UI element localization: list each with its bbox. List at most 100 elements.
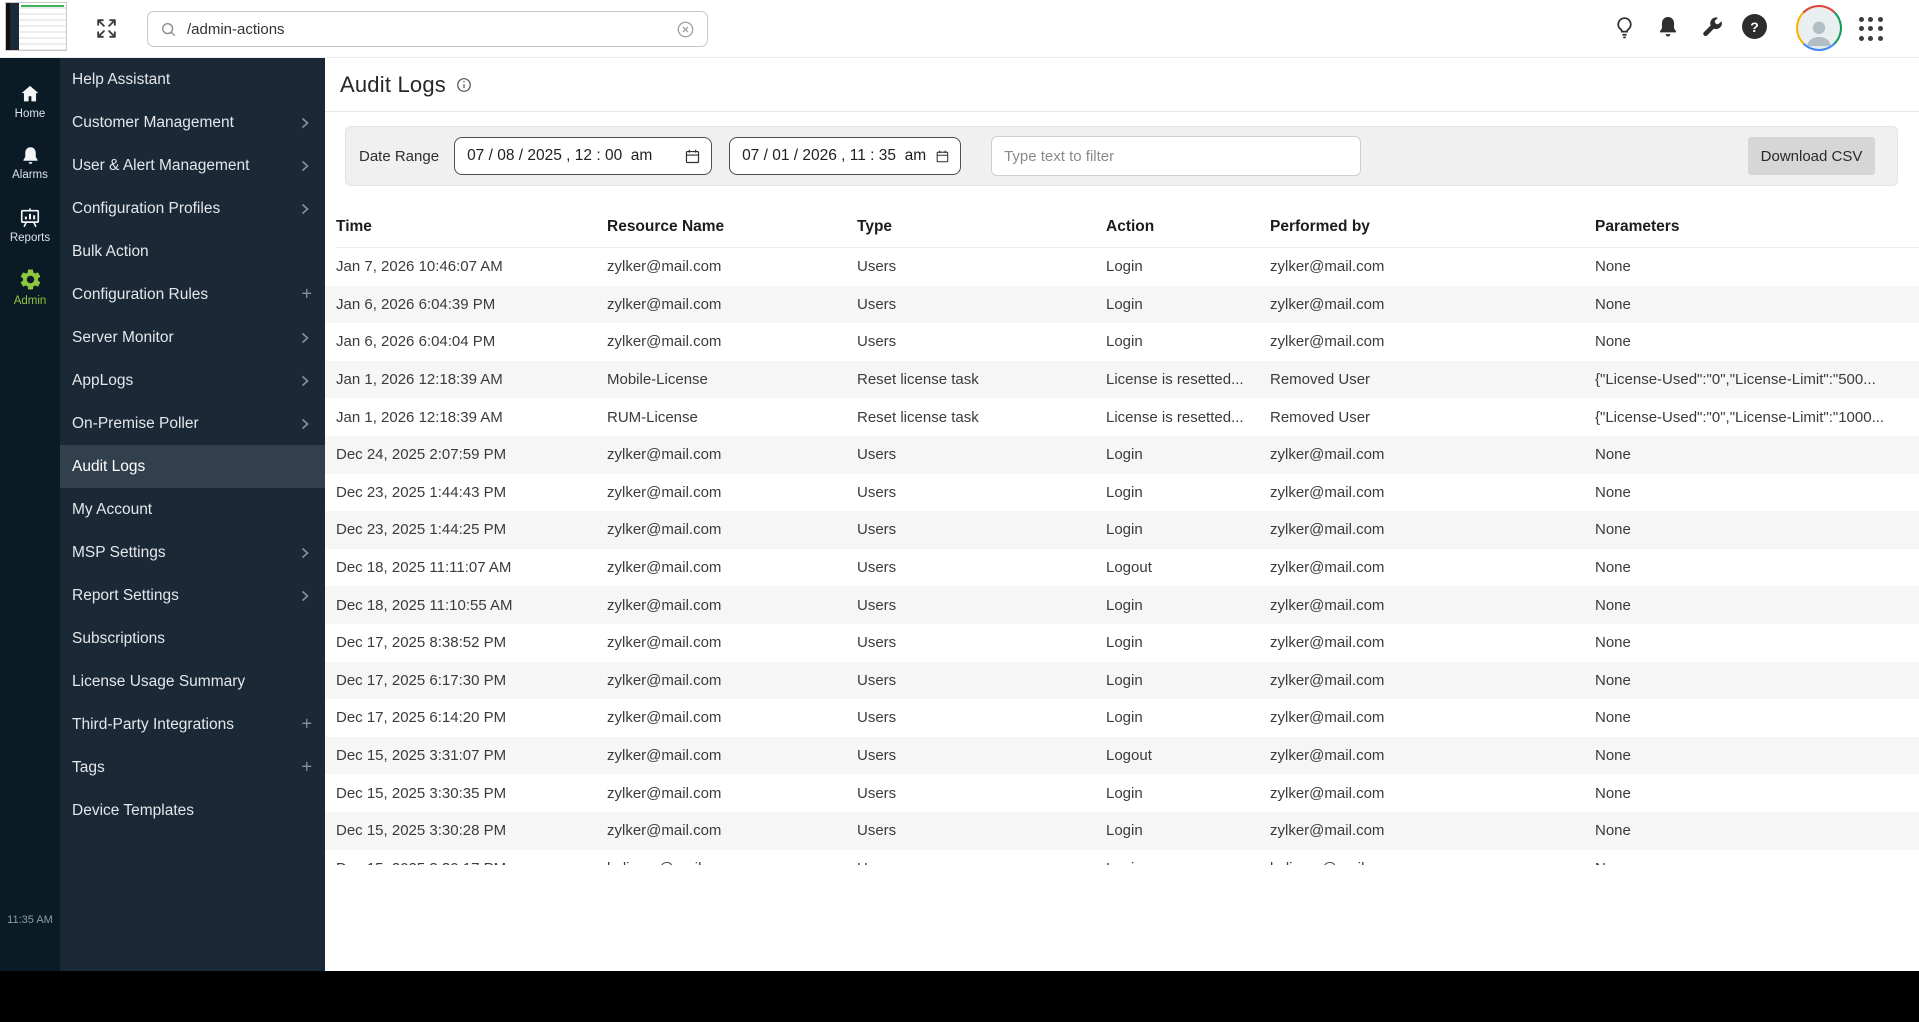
sidebar-item-third-party-integrations[interactable]: Third-Party Integrations + [60,703,325,746]
table-cell: Logout [1106,747,1152,765]
sidebar-item-label: Subscriptions [72,629,166,647]
help-question-glyph: ? [1750,18,1759,35]
sidebar-item-license-usage-summary[interactable]: License Usage Summary [60,660,325,703]
filter-input[interactable] [991,136,1362,176]
table-row[interactable]: Dec 17, 2025 6:17:30 PM zylker@mail.com Us… [325,661,1919,700]
sidebar-item-report-settings[interactable]: Report Settings [60,574,325,617]
table-cell: zylker@mail.com [607,483,722,501]
table-row[interactable]: Dec 18, 2025 11:11:07 AM zylker@mail.com U… [325,548,1919,587]
table-cell: Dec 18, 2025 11:11:07 AM [336,559,512,577]
table-cell: Dec 24, 2025 2:07:59 PM [336,446,507,464]
search-bar[interactable]: /admin-actions [147,11,708,47]
table-row[interactable]: Dec 23, 2025 1:44:25 PM zylker@mail.com Us… [325,511,1919,549]
column-header-parameters: Parameters [1595,217,1680,235]
info-icon[interactable] [455,76,473,94]
table-row[interactable]: Dec 15, 2025 3:30:17 PMkaliuser@mail.com… [325,849,1919,865]
table-cell: Users [857,747,897,765]
table-cell: Dec 15, 2025 3:30:35 PM [336,784,507,802]
table-row[interactable]: Dec 15, 2025 3:30:28 PM zylker@mail.com Us… [325,811,1919,850]
chevron-right-icon [301,160,309,172]
notification-bell-icon[interactable] [1655,14,1681,40]
table-cell: None [1595,634,1631,652]
table-cell: {"License-Used":"0","License-Limit":"100… [1595,408,1885,426]
table-row[interactable]: Jan 6, 2026 6:04:39 PM zylker@mail.com Use… [325,285,1919,324]
sidebar-item-configuration-rules[interactable]: Configuration Rules + [60,273,325,316]
column-header-resource-name: Resource Name [607,217,725,235]
expand-icon[interactable] [94,16,119,41]
table-row[interactable]: Dec 15, 2025 3:31:07 PM zylker@mail.com Us… [325,736,1919,775]
table-cell: Dec 23, 2025 1:44:25 PM [336,521,507,539]
rail-item-admin[interactable]: Admin [0,256,60,318]
table-cell: zylker@mail.com [607,333,722,351]
table-cell: Login [1106,258,1143,276]
table-cell: None [1595,333,1631,351]
sidebar-item-label: Configuration Profiles [72,199,221,217]
table-cell: Users [857,784,897,802]
table-cell: Users [857,634,897,652]
sidebar-item-label: Help Assistant [72,70,171,88]
table-row[interactable]: Dec 23, 2025 1:44:43 PM zylker@mail.com Us… [325,473,1919,512]
table-row[interactable]: Dec 18, 2025 11:10:55 AM zylker@mail.com U… [325,586,1919,624]
table-cell: None [1595,822,1631,840]
table-cell: Mobile-License [607,371,708,389]
sidebar-item-customer-management[interactable]: Customer Management [60,101,325,144]
session-thumbnail[interactable] [5,2,67,51]
sidebar-item-applogs[interactable]: AppLogs [60,359,325,402]
sidebar-item-subscriptions[interactable]: Subscriptions [60,617,325,660]
table-cell: zylker@mail.com [607,822,722,840]
avatar[interactable] [1796,5,1842,51]
table-cell: Login [1106,483,1143,501]
chevron-right-icon [301,418,309,430]
sidebar-item-label: AppLogs [72,371,134,389]
column-header-type: Type [857,217,893,235]
sidebar-item-configuration-profiles[interactable]: Configuration Profiles [60,187,325,230]
table-row[interactable]: Jan 7, 2026 10:46:07 AM zylker@mail.com Us… [325,248,1919,286]
reports-icon [20,207,40,227]
sidebar-item-msp-settings[interactable]: MSP Settings [60,531,325,574]
column-header-time: Time [336,217,372,235]
clear-search-icon[interactable] [676,20,695,39]
wrench-icon[interactable] [1699,15,1724,40]
table-row[interactable]: Dec 15, 2025 3:30:35 PM zylker@mail.com Us… [325,774,1919,812]
date-to-value[interactable]: 07 / 01 / 2026 , 11 : 35 am [742,147,926,165]
sidebar-item-on-premise-poller[interactable]: On-Premise Poller [60,402,325,445]
sidebar-item-label: Third-Party Integrations [72,715,234,733]
table-cell: Reset license task [857,408,979,426]
table-cell: Dec 15, 2025 3:30:28 PM [336,822,507,840]
page-title: Audit Logs [340,71,446,97]
sidebar-item-tags[interactable]: Tags + [60,746,325,789]
table-cell: Jan 7, 2026 10:46:07 AM [336,258,503,276]
sidebar-item-my-account[interactable]: My Account [60,488,325,531]
sidebar-item-help-assistant[interactable]: Help Assistant [60,58,325,101]
date-from-value[interactable]: 07 / 08 / 2025 , 12 : 00 am [467,147,652,165]
thumbnail-content [19,3,66,50]
calendar-icon[interactable] [684,148,701,165]
sidebar-item-server-monitor[interactable]: Server Monitor [60,316,325,359]
apps-grid-icon[interactable] [1859,17,1884,42]
rail-item-reports[interactable]: Reports [0,194,60,256]
table-row[interactable]: Dec 24, 2025 2:07:59 PM zylker@mail.com Us… [325,435,1919,474]
sidebar-item-device-templates[interactable]: Device Templates [60,789,325,832]
lightbulb-icon[interactable] [1612,15,1637,40]
rail-item-home[interactable]: Home [0,70,60,132]
table-row[interactable]: Dec 17, 2025 8:38:52 PM zylker@mail.com Us… [325,623,1919,662]
sidebar-item-user-alert-management[interactable]: User & Alert Management [60,144,325,187]
search-input[interactable]: /admin-actions [187,21,285,38]
table-row[interactable]: Jan 1, 2026 12:18:39 AM Mobile-License Res… [325,360,1919,399]
table-row[interactable]: Jan 1, 2026 12:18:39 AM RUM-License Reset … [325,398,1919,436]
help-icon[interactable]: ? [1742,14,1767,39]
rail-item-alarms[interactable]: Alarms [0,132,60,194]
table-cell: Logout [1106,559,1152,577]
thumbnail-sidebar [10,3,19,50]
sidebar-item-bulk-action[interactable]: Bulk Action [60,230,325,273]
download-csv-button[interactable]: Download CSV [1748,137,1875,175]
table-cell: Dec 15, 2025 3:30:17 PM [336,860,607,865]
table-row[interactable]: Jan 6, 2026 6:04:04 PM zylker@mail.com Use… [325,323,1919,361]
date-to-input[interactable]: 07 / 01 / 2026 , 11 : 35 am [729,137,962,175]
calendar-icon[interactable] [935,148,950,165]
sidebar-item-audit-logs[interactable]: Audit Logs [60,445,325,488]
table-row[interactable]: Dec 17, 2025 6:14:20 PM zylker@mail.com Us… [325,699,1919,737]
avatar-silhouette [1798,7,1840,49]
date-from-input[interactable]: 07 / 08 / 2025 , 12 : 00 am [454,137,713,175]
table-cell: zylker@mail.com [607,521,722,539]
